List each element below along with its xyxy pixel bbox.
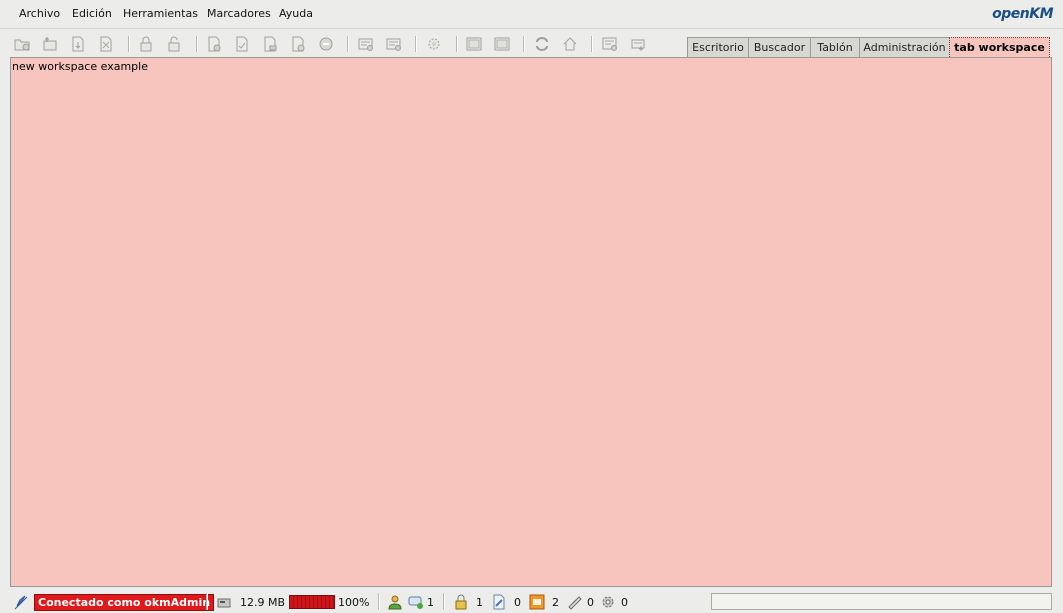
tab-tablon[interactable]: Tablón [810, 37, 860, 57]
checkin-icon[interactable] [234, 36, 250, 52]
home-icon[interactable] [562, 36, 578, 52]
online-users-count: 1 [427, 596, 434, 609]
add-subscription-icon[interactable] [466, 36, 482, 52]
toolbar-separator [128, 36, 130, 52]
quota-percent: 100% [338, 596, 370, 609]
user-icon[interactable] [387, 594, 403, 610]
disk-icon [217, 598, 231, 608]
menu-archivo[interactable]: Archivo [19, 7, 60, 20]
menu-edicion[interactable]: Edición [72, 7, 112, 20]
statusbar-separator [443, 593, 445, 610]
locked-documents-count: 1 [476, 596, 483, 609]
download-icon[interactable] [70, 36, 86, 52]
lock-icon[interactable] [138, 36, 154, 52]
checkout-documents-icon[interactable] [491, 594, 507, 610]
toolbar-separator [415, 36, 417, 52]
used-space: 12.9 MB [240, 596, 286, 609]
workflow-tasks-count: 0 [621, 596, 628, 609]
subscribed-documents-count: 2 [552, 596, 559, 609]
remove-subscription-icon[interactable] [494, 36, 510, 52]
toolbar-separator [456, 36, 458, 52]
locked-documents-icon[interactable] [453, 594, 469, 610]
logo-prefix: o [992, 6, 1002, 22]
quota-bar [289, 595, 335, 609]
checkout-documents-count: 0 [514, 596, 521, 609]
toolbar-separator [196, 36, 198, 52]
cancel-checkout-icon[interactable] [262, 36, 278, 52]
tab-workspace[interactable]: tab workspace [949, 37, 1050, 57]
subscribed-folders-icon[interactable] [566, 594, 582, 610]
statusbar-separator [378, 593, 380, 610]
delete-icon[interactable] [318, 36, 334, 52]
connected-badge: Conectado como okmAdmin [34, 594, 215, 611]
menu-bar: Archivo Edición Herramientas Marcadores … [0, 0, 1063, 29]
chat-icon[interactable] [408, 594, 424, 610]
menu-marcadores[interactable]: Marcadores [207, 7, 271, 20]
checkout-icon[interactable] [206, 36, 222, 52]
add-property-group-icon[interactable] [290, 36, 306, 52]
toolbar-separator [523, 36, 525, 52]
uploader-icon[interactable] [630, 36, 646, 52]
start-workflow-icon[interactable] [426, 36, 442, 52]
download-pdf-icon[interactable] [98, 36, 114, 52]
workflow-tasks-icon[interactable] [600, 594, 616, 610]
subscribed-folders-count: 0 [587, 596, 594, 609]
status-bar: Conectado como okmAdmin 12.9 MB 100% 1 1… [0, 590, 1063, 613]
add-document-icon[interactable] [42, 36, 58, 52]
status-progress-field [711, 593, 1052, 610]
tab-buscador[interactable]: Buscador [748, 37, 811, 57]
scanner-icon[interactable] [602, 36, 618, 52]
toolbar-separator [347, 36, 349, 52]
new-folder-icon[interactable] [14, 36, 30, 52]
quota-bar-fill [290, 596, 334, 608]
workflow-icon[interactable] [358, 36, 374, 52]
openkm-logo: openKM [992, 6, 1053, 22]
workspace-text: new workspace example [12, 60, 148, 73]
tab-escritorio[interactable]: Escritorio [687, 37, 749, 57]
logo-text: penKM [1001, 6, 1053, 22]
remove-property-group-icon[interactable] [386, 36, 402, 52]
tab-administracion[interactable]: Administración [859, 37, 950, 57]
toolbar-separator [591, 36, 593, 52]
connection-icon [14, 595, 28, 610]
menu-herramientas[interactable]: Herramientas [123, 7, 198, 20]
subscribed-documents-icon[interactable] [529, 594, 545, 610]
unlock-icon[interactable] [166, 36, 182, 52]
statusbar-separator [206, 593, 208, 610]
menu-ayuda[interactable]: Ayuda [279, 7, 313, 20]
workspace-panel: new workspace example [10, 57, 1052, 587]
refresh-icon[interactable] [534, 36, 550, 52]
